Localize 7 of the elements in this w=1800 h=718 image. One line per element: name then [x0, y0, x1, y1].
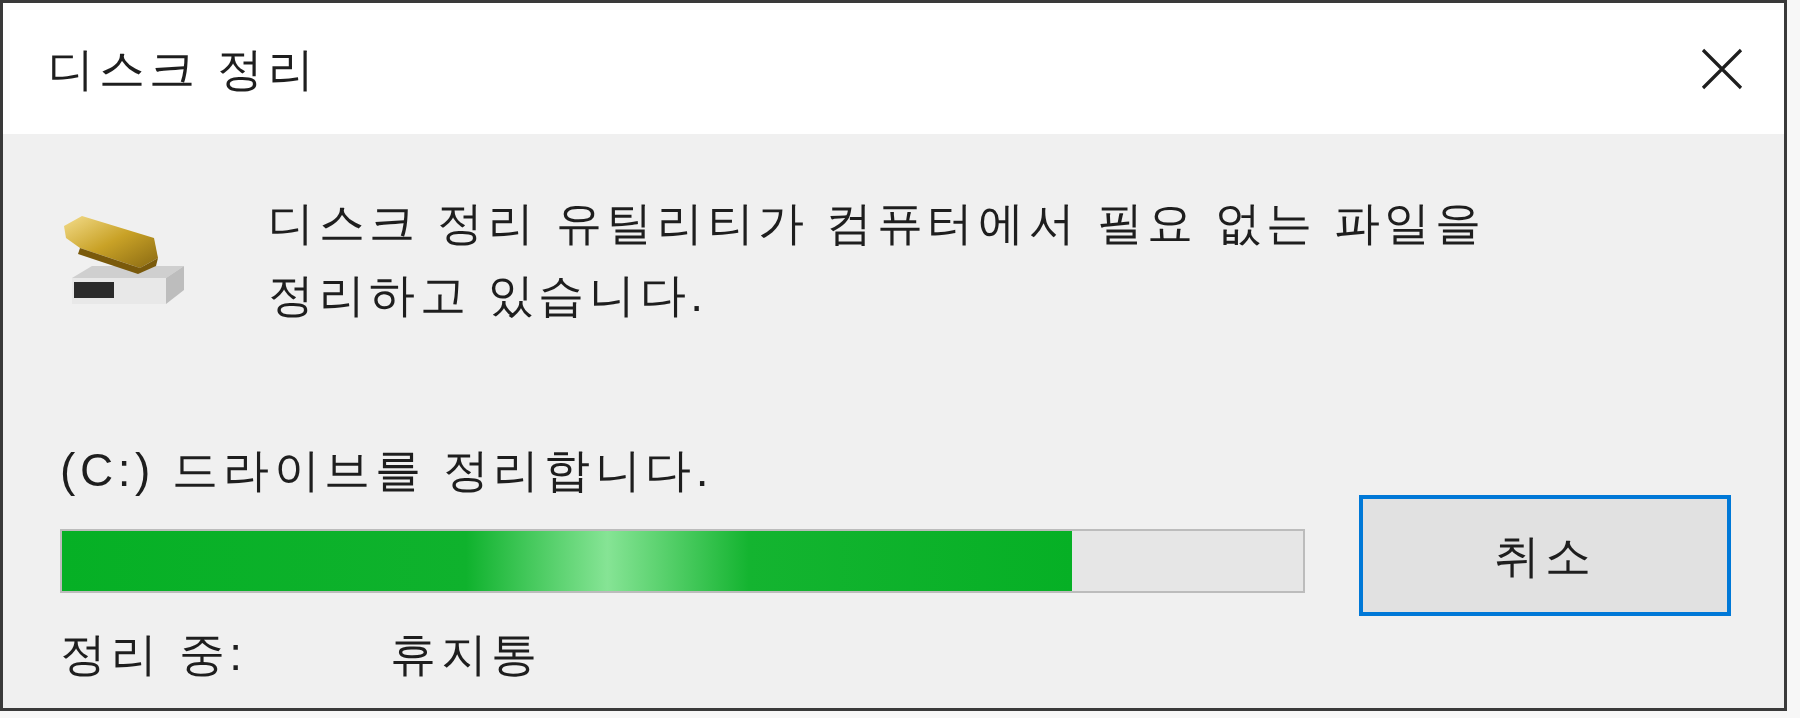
- current-item-value: 휴지통: [390, 627, 542, 682]
- window-title: 디스크 정리: [48, 45, 319, 92]
- current-item-label: 정리 중:: [60, 627, 248, 682]
- cancel-button[interactable]: 취소: [1359, 495, 1731, 616]
- close-icon: [1701, 47, 1743, 90]
- cleanup-message: 디스크 정리 유틸리티가 컴퓨터에서 필요 없는 파일을 정리하고 있습니다.: [268, 196, 1487, 323]
- drive-status-text: (C:) 드라이브를 정리합니다.: [60, 443, 714, 498]
